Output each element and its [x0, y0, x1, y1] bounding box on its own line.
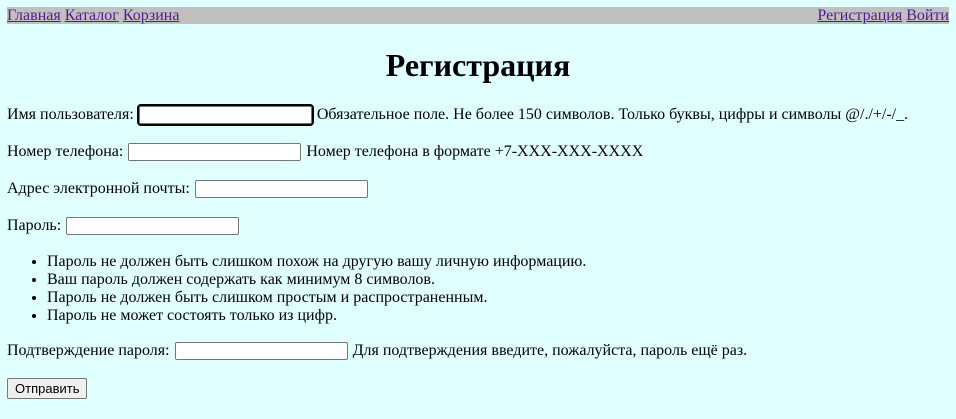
password-confirm-input[interactable] — [174, 342, 348, 361]
password-input[interactable] — [66, 217, 240, 236]
password-rule-item: Ваш пароль должен содержать как минимум … — [47, 271, 586, 289]
password-row: Пароль: — [7, 216, 240, 236]
password-rule-item: Пароль не должен быть слишком простым и … — [47, 289, 586, 307]
nav-link-home[interactable]: Главная — [7, 7, 61, 24]
username-input[interactable] — [136, 104, 314, 127]
username-label: Имя пользователя: — [7, 106, 134, 123]
page-title: Регистрация — [385, 47, 571, 83]
top-navigation-bar: Главная Каталог Корзина Регистрация Войт… — [7, 7, 949, 24]
username-help-text: Обязательное поле. Не более 150 символов… — [316, 106, 909, 123]
phone-help-text: Номер телефона в формате +7-XXX-XXX-XXXX — [306, 143, 644, 160]
nav-link-catalog[interactable]: Каталог — [65, 7, 119, 24]
phone-label: Номер телефона: — [7, 143, 124, 160]
password-rules-list: Пароль не должен быть слишком похож на д… — [7, 253, 586, 325]
nav-right-group: Регистрация Войти — [817, 7, 949, 24]
nav-link-cart[interactable]: Корзина — [123, 7, 180, 24]
password-label: Пароль: — [7, 217, 62, 234]
nav-left-group: Главная Каталог Корзина — [7, 7, 179, 24]
email-row: Адрес электронной почты: — [7, 179, 369, 199]
password-confirm-label: Подтверждение пароля: — [7, 342, 170, 359]
email-label: Адрес электронной почты: — [7, 180, 190, 197]
password-rule-item: Пароль не может состоять только из цифр. — [47, 307, 586, 325]
email-input[interactable] — [194, 180, 368, 199]
username-row: Имя пользователя: Обязательное поле. Не … — [7, 104, 909, 127]
phone-input[interactable] — [128, 143, 302, 162]
nav-link-register[interactable]: Регистрация — [817, 7, 902, 24]
phone-row: Номер телефона: Номер телефона в формате… — [7, 142, 643, 162]
password-rule-item: Пароль не должен быть слишком похож на д… — [47, 253, 586, 271]
password-confirm-help-text: Для подтверждения введите, пожалуйста, п… — [352, 342, 748, 359]
password-confirm-row: Подтверждение пароля: Для подтверждения … — [7, 341, 747, 361]
submit-button[interactable]: Отправить — [7, 378, 88, 399]
nav-link-login[interactable]: Войти — [906, 7, 949, 24]
